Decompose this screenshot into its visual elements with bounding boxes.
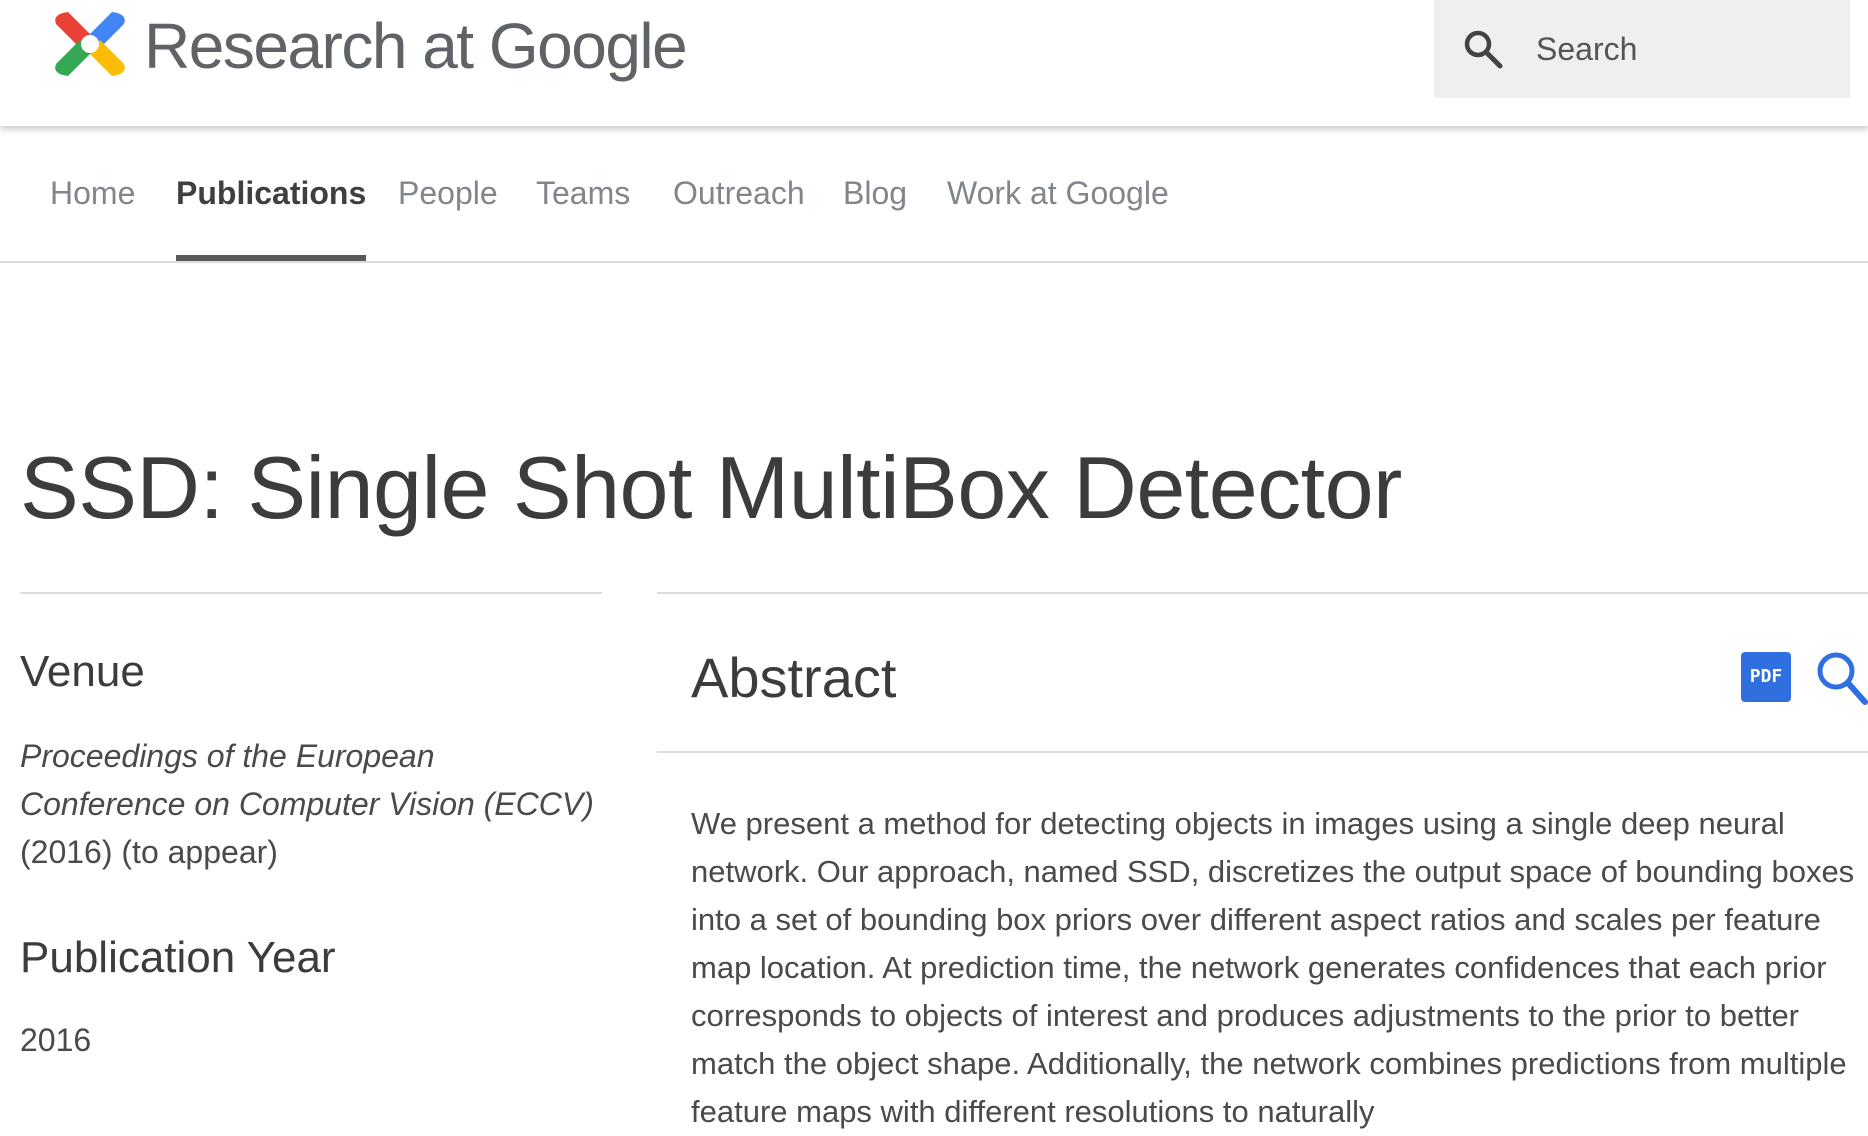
search-paper-icon[interactable] [1815, 650, 1868, 708]
venue-text: Proceedings of the European Conference o… [20, 732, 602, 876]
venue-heading: Venue [20, 647, 145, 696]
main-nav: Home Publications People Teams Outreach … [0, 126, 1868, 263]
page-title: SSD: Single Shot MultiBox Detector [20, 438, 1402, 537]
left-divider [20, 592, 602, 594]
venue-suffix: (2016) (to appear) [20, 834, 278, 870]
nav-item-publications[interactable]: Publications [176, 126, 367, 261]
top-header: Research at Google Search [0, 0, 1868, 126]
venue-name: Proceedings of the European Conference o… [20, 738, 594, 822]
publication-year-value: 2016 [20, 1022, 92, 1058]
nav-item-outreach[interactable]: Outreach [673, 126, 805, 261]
pdf-icon[interactable]: PDF [1741, 652, 1791, 702]
nav-item-people[interactable]: People [398, 126, 498, 261]
right-divider-mid [657, 751, 1868, 753]
nav-item-teams[interactable]: Teams [536, 126, 630, 261]
publication-year-heading: Publication Year [20, 933, 336, 982]
abstract-heading: Abstract [691, 646, 897, 709]
nav-item-blog[interactable]: Blog [843, 126, 907, 261]
search-label: Search [1536, 31, 1638, 67]
search-icon [1464, 30, 1503, 69]
search-box[interactable]: Search [1434, 0, 1850, 98]
right-divider-top [657, 592, 1868, 594]
abstract-text: We present a method for detecting object… [691, 806, 1855, 1129]
research-at-google-logo-icon[interactable] [48, 2, 132, 86]
nav-item-work-at-google[interactable]: Work at Google [947, 126, 1169, 261]
nav-item-home[interactable]: Home [50, 126, 135, 261]
brand-title[interactable]: Research at Google [144, 2, 688, 90]
